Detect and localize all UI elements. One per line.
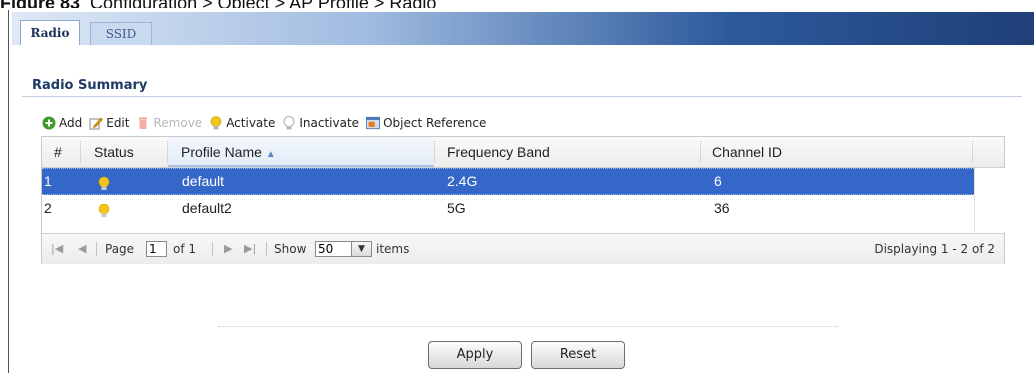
- row-profile-name: default: [182, 173, 225, 189]
- row-index: 2: [44, 200, 52, 216]
- lightbulb-on-icon: [209, 115, 223, 130]
- inactivate-label: Inactivate: [299, 116, 360, 130]
- activate-button[interactable]: Activate: [209, 115, 276, 130]
- section-divider: [22, 96, 1022, 97]
- lightbulb-off-icon: [282, 115, 296, 130]
- column-header-profile-name[interactable]: Profile Name ▲: [168, 137, 434, 167]
- column-header-status[interactable]: Status: [94, 137, 134, 167]
- figure-caption: Figure 83 Configuration > Object > AP Pr…: [0, 0, 700, 8]
- row-profile-name: default2: [182, 200, 232, 216]
- tab-bar: Radio SSID: [12, 12, 1034, 45]
- sort-ascending-icon: ▲: [265, 149, 276, 160]
- page-count-label: of 1: [173, 242, 197, 256]
- tab-ssid[interactable]: SSID: [90, 22, 152, 45]
- row-frequency-band: 2.4G: [447, 173, 478, 189]
- tab-radio[interactable]: Radio: [20, 20, 80, 45]
- pagination-bar: |◀ ◀ Page of 1 ▶ ▶| Show ▼ items Display…: [42, 233, 1004, 264]
- activate-label: Activate: [226, 116, 276, 130]
- next-page-icon[interactable]: ▶: [224, 234, 232, 264]
- last-page-icon[interactable]: ▶|: [244, 234, 256, 264]
- footer-divider: [218, 326, 838, 328]
- row-frequency-band: 5G: [447, 200, 466, 216]
- remove-button[interactable]: Remove: [136, 116, 202, 130]
- row-channel-id: 36: [714, 200, 730, 216]
- page-label: Page: [105, 242, 135, 256]
- edit-icon: [89, 116, 104, 130]
- row-channel-id: 6: [714, 173, 722, 189]
- remove-label: Remove: [153, 116, 203, 130]
- table-row[interactable]: 1 default 2.4G 6: [42, 168, 974, 195]
- chevron-down-icon[interactable]: ▼: [352, 241, 372, 257]
- page-number-input[interactable]: [146, 241, 167, 257]
- displaying-count: Displaying 1 - 2 of 2: [874, 242, 995, 256]
- inactivate-button[interactable]: Inactivate: [282, 115, 360, 130]
- row-index: 1: [44, 173, 52, 189]
- lightbulb-on-icon: [98, 197, 110, 224]
- object-reference-label: Object Reference: [383, 116, 487, 130]
- add-button[interactable]: Add: [42, 116, 82, 130]
- add-icon: [42, 116, 56, 130]
- edit-button[interactable]: Edit: [89, 116, 129, 130]
- items-label: items: [376, 242, 410, 256]
- section-title: Radio Summary: [32, 78, 148, 93]
- edit-label: Edit: [106, 116, 130, 130]
- radio-profile-table: # Status Profile Name ▲ Frequency Band Ch…: [41, 136, 1005, 264]
- table-row[interactable]: 2 default2 5G 36: [42, 195, 974, 222]
- trash-icon: [136, 116, 150, 130]
- show-label: Show: [274, 242, 307, 256]
- first-page-icon[interactable]: |◀: [51, 234, 63, 264]
- table-header: # Status Profile Name ▲ Frequency Band Ch…: [42, 137, 1004, 168]
- object-reference-button[interactable]: Object Reference: [366, 116, 486, 130]
- reset-button[interactable]: Reset: [531, 341, 625, 369]
- previous-page-icon[interactable]: ◀: [78, 234, 86, 264]
- column-header-frequency-band[interactable]: Frequency Band: [447, 137, 550, 167]
- column-header-channel-id[interactable]: Channel ID: [712, 137, 782, 167]
- page-size-select[interactable]: [315, 241, 352, 257]
- object-reference-icon: [366, 116, 381, 130]
- table-scroll-area: [974, 168, 1005, 232]
- lightbulb-on-icon: [98, 171, 110, 196]
- apply-button[interactable]: Apply: [428, 341, 522, 369]
- add-label: Add: [59, 116, 83, 130]
- toolbar: Add Edit Remove Activate Inactivate Obje…: [42, 111, 493, 135]
- column-header-index[interactable]: #: [54, 137, 62, 167]
